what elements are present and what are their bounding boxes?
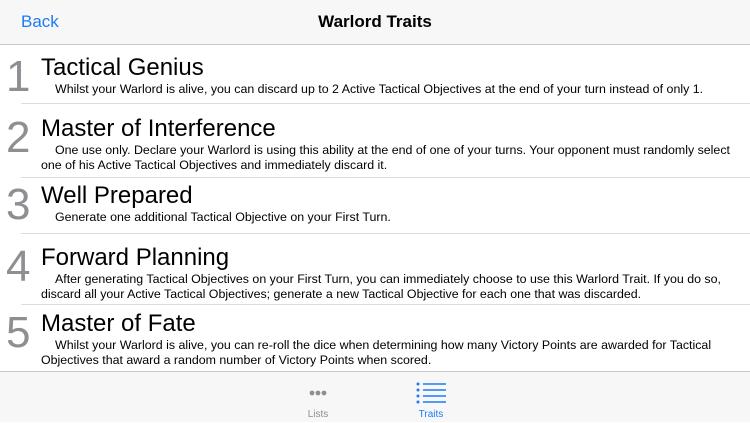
tab-lists[interactable]: Lists	[278, 372, 358, 423]
row-separator	[21, 177, 750, 178]
row-separator	[21, 304, 750, 305]
trait-name: Tactical Genius	[41, 54, 204, 81]
trait-description: Whilst your Warlord is alive, you can re…	[41, 338, 712, 367]
traits-list[interactable]: 1 Tactical Genius Whilst your Warlord is…	[0, 46, 750, 371]
trait-description: After generating Tactical Objectives on …	[41, 272, 721, 301]
ellipsis-icon	[309, 390, 327, 396]
navigation-bar: Back Warlord Traits	[0, 0, 750, 45]
trait-number: 1	[6, 52, 31, 101]
trait-name: Master of Fate	[41, 310, 196, 337]
trait-description: Generate one additional Tactical Objecti…	[55, 210, 391, 224]
trait-number: 2	[6, 113, 31, 162]
trait-name: Master of Interference	[41, 115, 276, 142]
trait-name: Well Prepared	[41, 182, 193, 209]
tab-label: Traits	[418, 409, 444, 420]
tab-traits[interactable]: Traits	[391, 372, 471, 423]
row-separator	[21, 103, 750, 104]
tab-label: Lists	[307, 409, 329, 420]
page-title: Warlord Traits	[318, 12, 432, 31]
trait-name: Forward Planning	[41, 244, 230, 271]
trait-description: Whilst your Warlord is alive, you can di…	[55, 82, 704, 96]
row-separator	[21, 233, 750, 234]
tab-bar: Lists Traits	[0, 371, 750, 422]
list-icon	[416, 382, 446, 404]
trait-number: 5	[6, 308, 31, 357]
trait-description: One use only. Declare your Warlord is us…	[41, 143, 730, 172]
trait-number: 3	[6, 180, 31, 229]
trait-number: 4	[6, 242, 31, 291]
